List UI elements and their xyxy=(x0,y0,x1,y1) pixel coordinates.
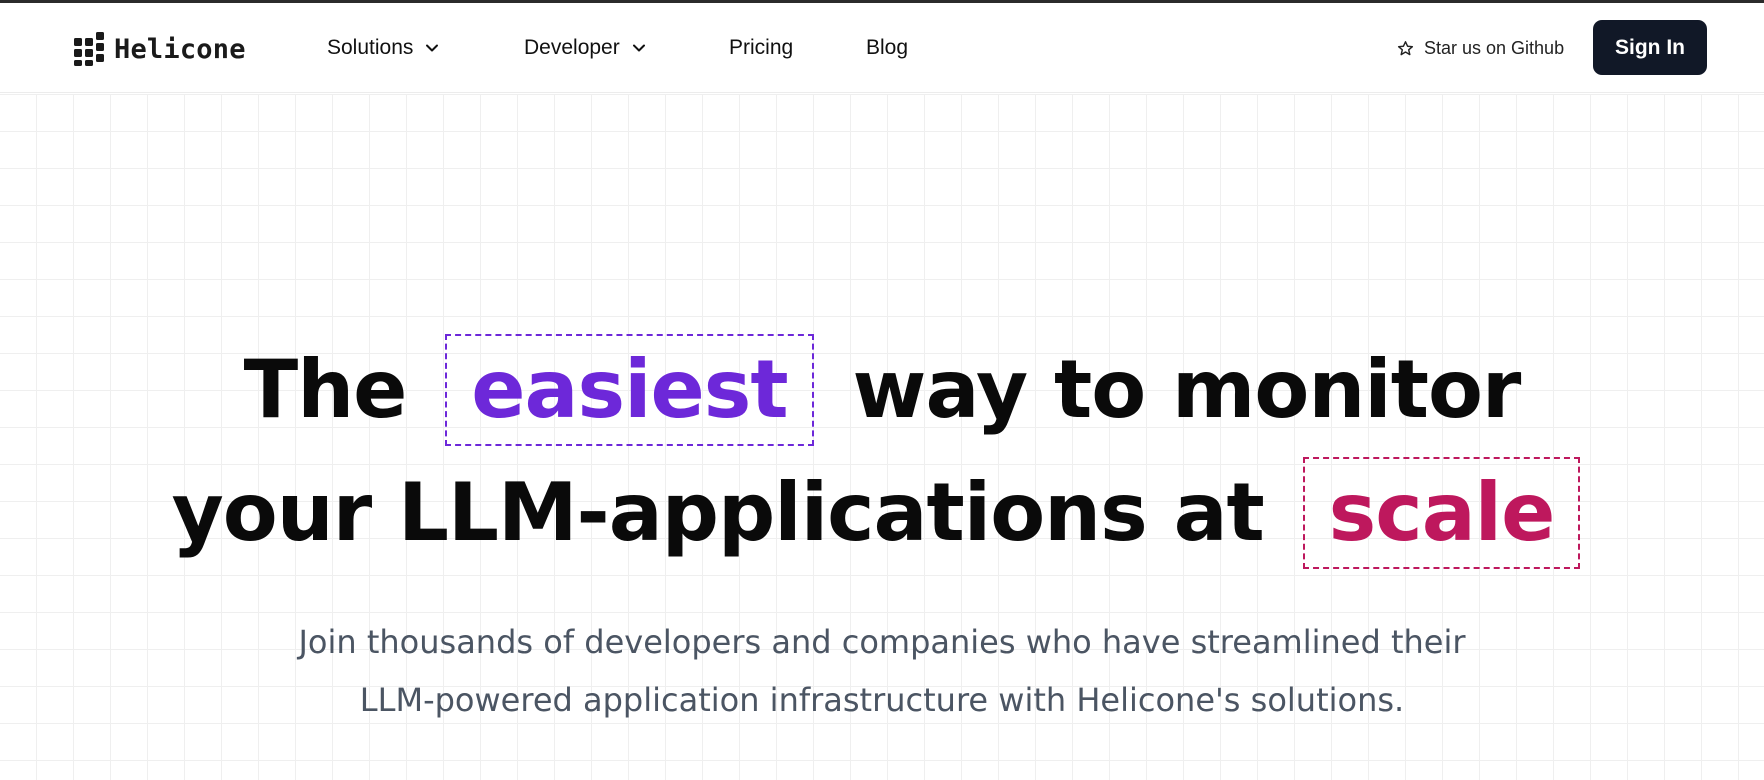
star-icon xyxy=(1397,40,1414,55)
headline-text-llm-applications: your LLM-applications at xyxy=(171,466,1265,559)
github-star-label: Star us on Github xyxy=(1424,37,1565,58)
hero-subtitle-line-1: Join thousands of developers and compani… xyxy=(298,623,1466,661)
site-header: Helicone Solutions Developer Pricing Blo… xyxy=(0,3,1764,93)
headline-text-the: The xyxy=(243,343,408,436)
nav-blog[interactable]: Blog xyxy=(866,3,908,93)
nav-developer-label: Developer xyxy=(524,36,620,59)
brand-logo-link[interactable]: Helicone xyxy=(74,30,246,68)
highlight-scale: scale xyxy=(1302,457,1581,569)
chevron-down-icon xyxy=(426,44,439,52)
highlight-easiest: easiest xyxy=(445,334,814,446)
hero-section: The easiest way to monitor your LLM-appl… xyxy=(0,94,1764,780)
nav-pricing-label: Pricing xyxy=(729,36,794,59)
nav-solutions-label: Solutions xyxy=(327,36,414,59)
nav-pricing[interactable]: Pricing xyxy=(729,3,793,93)
nav-developer[interactable]: Developer xyxy=(524,3,646,93)
sign-in-button[interactable]: Sign In xyxy=(1593,20,1707,75)
hero-headline-line-1: The easiest way to monitor xyxy=(0,334,1764,446)
brand-name: Helicone xyxy=(114,33,246,65)
nav-blog-label: Blog xyxy=(866,36,909,59)
chevron-down-icon xyxy=(632,44,645,52)
github-star-link[interactable]: Star us on Github xyxy=(1397,3,1564,93)
nav-solutions[interactable]: Solutions xyxy=(327,3,439,93)
headline-text-way-to-monitor: way to monitor xyxy=(852,343,1522,436)
hero-headline-line-2: your LLM-applications at scale xyxy=(0,457,1764,569)
grid-dots-logo-icon xyxy=(74,32,106,66)
hero-subtitle: Join thousands of developers and compani… xyxy=(0,613,1764,729)
hero-subtitle-line-2: LLM-powered application infrastructure w… xyxy=(359,681,1405,719)
